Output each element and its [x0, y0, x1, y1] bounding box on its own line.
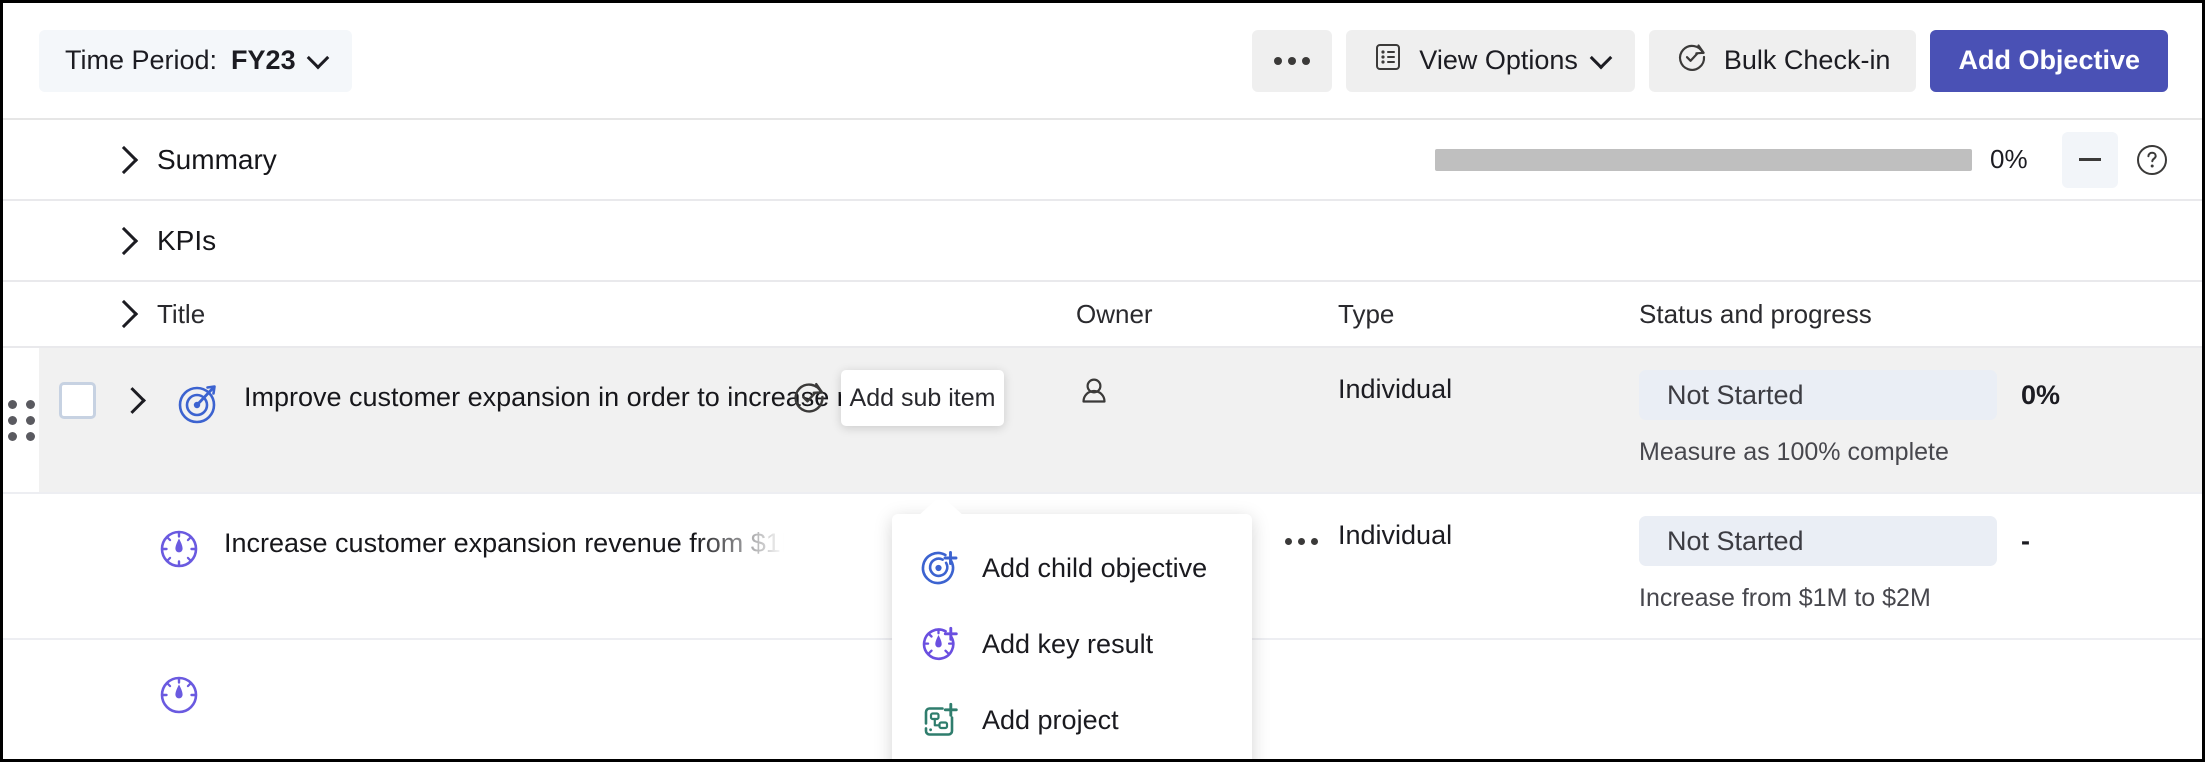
target-objective-icon	[174, 378, 224, 428]
view-options-button[interactable]: View Options	[1346, 29, 1635, 92]
menu-item-label: Add project	[982, 704, 1119, 735]
column-header-owner: Owner	[1076, 298, 1153, 329]
row-status-cell: Not Started 0% Measure as 100% complete	[1639, 370, 2060, 467]
chevron-down-icon	[1589, 46, 1613, 69]
row-gutter	[3, 640, 39, 759]
ellipsis-horizontal-icon	[1274, 56, 1311, 65]
summary-progress-area: 0%	[1435, 131, 2176, 188]
row-status-dropdown[interactable]: Not Started	[1639, 370, 1997, 420]
menu-item-label: Add child objective	[982, 552, 1208, 583]
person-icon	[1076, 374, 1112, 415]
section-label-kpis: KPIs	[157, 224, 217, 256]
row-status-cell: Not Started - Increase from $1M to $2M	[1639, 516, 2051, 613]
row-status-line: Not Started 0%	[1639, 370, 2060, 420]
list-view-icon	[1372, 41, 1404, 80]
column-header-title: Title	[157, 298, 206, 329]
bulk-check-in-label: Bulk Check-in	[1723, 45, 1891, 75]
chevron-right-icon[interactable]	[109, 143, 143, 177]
row-measure-text: Increase from $1M to $2M	[1639, 584, 1931, 612]
summary-progress-bar	[1435, 148, 1972, 171]
row-type-label: Individual	[1338, 520, 1453, 550]
context-menu-caret	[917, 495, 965, 517]
row-progress-value: 0%	[2021, 379, 2061, 410]
menu-item-label: Add key result	[982, 628, 1154, 659]
summary-collapse-button[interactable]	[2062, 131, 2118, 188]
menu-item-add-key-result[interactable]: Add key result	[892, 606, 1252, 682]
section-row-summary[interactable]: Summary 0%	[3, 120, 2202, 201]
toolbar-actions: View Options Bulk Check-in Add Objective	[1252, 29, 2168, 92]
chevron-right-icon[interactable]	[109, 224, 143, 258]
row-gutter	[3, 494, 39, 638]
target-add-icon	[918, 547, 960, 589]
bulk-check-in-button[interactable]: Bulk Check-in	[1648, 29, 1917, 92]
viva-goals-app: Time Period: FY23 View Options Bulk Chec…	[0, 0, 2205, 762]
add-sub-item-tooltip: Add sub item	[841, 370, 1004, 426]
question-circle-icon[interactable]	[2128, 136, 2176, 184]
toolbar: Time Period: FY23 View Options Bulk Chec…	[3, 3, 2202, 120]
row-expand-chevron-right-icon[interactable]	[118, 383, 152, 417]
time-period-value: FY23	[231, 45, 296, 75]
row-gutter	[3, 348, 39, 492]
table-row[interactable]: Improve customer expansion in order to i…	[3, 348, 2202, 494]
row-title[interactable]: Increase customer expansion revenue from…	[224, 524, 784, 562]
time-period-label: Time Period:	[65, 45, 218, 75]
row-status-dropdown[interactable]: Not Started	[1639, 516, 1997, 566]
row-body: Improve customer expansion in order to i…	[39, 348, 2202, 466]
add-objective-button[interactable]: Add Objective	[1930, 29, 2168, 92]
row-status-line: Not Started -	[1639, 516, 2051, 566]
toolbar-more-options-button[interactable]	[1252, 29, 1333, 92]
column-header-type: Type	[1338, 298, 1395, 329]
chevron-right-icon[interactable]	[109, 297, 143, 331]
menu-item-add-child-objective[interactable]: Add child objective	[892, 530, 1252, 606]
row-type-cell: Individual	[1338, 520, 1452, 551]
summary-progress-percent: 0%	[1990, 144, 2028, 174]
gauge-key-result-icon	[154, 670, 204, 720]
time-period-dropdown[interactable]: Time Period: FY23	[39, 29, 352, 92]
row-type-cell: Individual	[1338, 374, 1452, 405]
row-type-label: Individual	[1338, 374, 1453, 404]
check-in-circle-icon	[1675, 40, 1709, 81]
project-add-icon	[918, 699, 960, 741]
check-in-circle-icon	[790, 378, 828, 419]
section-row-kpis[interactable]: KPIs	[3, 201, 2202, 282]
row-more-options-fragment-icon	[1285, 538, 1318, 545]
row-select-checkbox[interactable]	[59, 382, 96, 419]
row-progress-value: -	[2021, 525, 2030, 556]
add-sub-item-context-menu: Add child objective Add key result Add p…	[892, 514, 1252, 759]
column-header-status: Status and progress	[1639, 298, 1872, 329]
row-check-in-button[interactable]	[781, 370, 837, 426]
drag-handle-icon[interactable]	[7, 399, 35, 441]
menu-item-add-project[interactable]: Add project	[892, 682, 1252, 758]
section-label-summary: Summary	[157, 143, 277, 175]
gauge-add-icon	[918, 623, 960, 665]
table-header: Title Owner Type Status and progress	[3, 282, 2202, 348]
view-options-label: View Options	[1419, 45, 1578, 75]
chevron-down-icon	[306, 46, 329, 69]
gauge-key-result-icon	[154, 524, 204, 574]
row-measure-text: Measure as 100% complete	[1639, 438, 1949, 466]
